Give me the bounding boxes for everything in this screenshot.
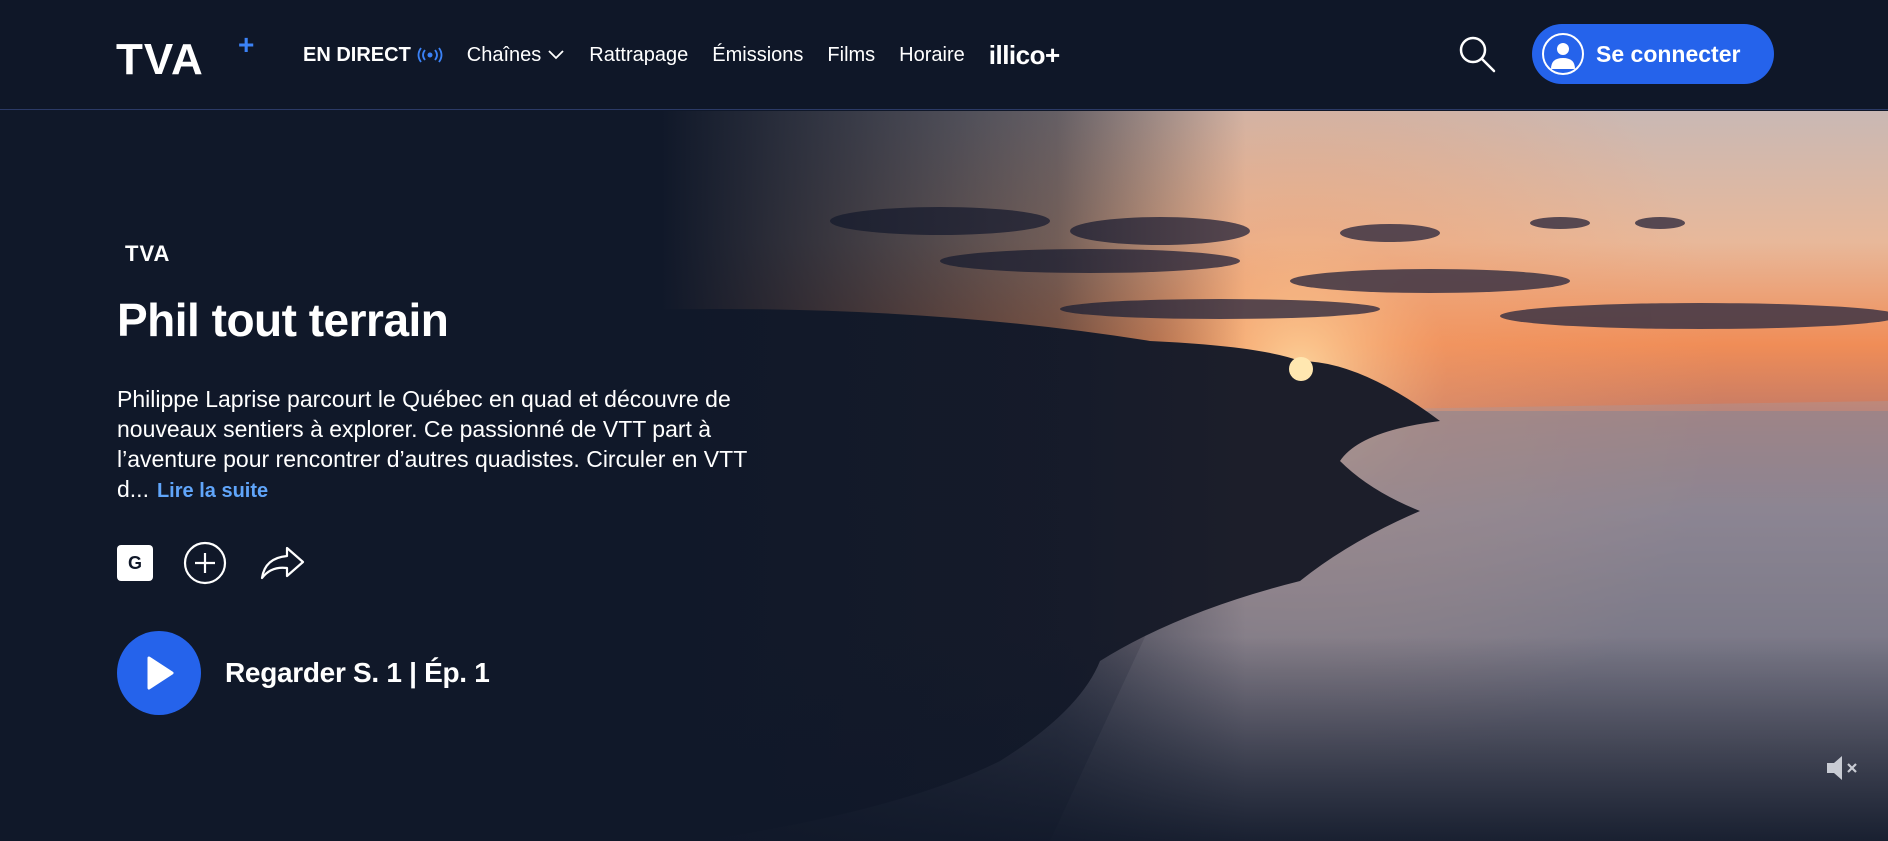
share-icon[interactable]	[259, 544, 305, 582]
top-header: TVA + EN DIRECT Chaînes Rattrapage Émiss…	[0, 0, 1888, 110]
nav-item-label: Rattrapage	[589, 43, 689, 66]
watch-label: Regarder S. 1 | Ép. 1	[225, 657, 490, 688]
search-icon[interactable]	[1456, 33, 1498, 75]
nav-item-films[interactable]: Films	[827, 44, 875, 67]
action-bar: G	[117, 541, 305, 585]
main-nav: EN DIRECT Chaînes Rattrapage Émissions F…	[303, 0, 1060, 110]
svg-text:TVA: TVA	[116, 35, 204, 76]
nav-item-horaire[interactable]: Horaire	[899, 44, 965, 67]
nav-item-chaines[interactable]: Chaînes	[467, 44, 566, 67]
user-icon	[1542, 33, 1584, 75]
play-icon	[117, 631, 201, 715]
show-description: Philippe Laprise parcourt le Québec en q…	[117, 384, 797, 506]
nav-item-illico[interactable]: illico+	[989, 40, 1060, 71]
hero-banner: TVA Phil tout terrain Philippe Laprise p…	[0, 111, 1888, 841]
rating-badge: G	[117, 545, 153, 581]
chevron-down-icon	[548, 50, 564, 60]
tva-plus-logo[interactable]: TVA +	[116, 34, 264, 76]
nav-item-label: Films	[827, 43, 876, 66]
plus-circle-icon[interactable]	[183, 541, 227, 585]
login-label: Se connecter	[1596, 40, 1741, 67]
broadcast-icon	[417, 47, 443, 63]
nav-item-live[interactable]: EN DIRECT	[303, 44, 443, 67]
show-title: Phil tout terrain	[117, 294, 449, 346]
nav-item-emissions[interactable]: Émissions	[712, 44, 803, 67]
watch-button[interactable]: Regarder S. 1 | Ép. 1	[117, 631, 490, 715]
speaker-muted-icon[interactable]	[1824, 753, 1860, 783]
svg-text:+: +	[238, 34, 254, 60]
nav-item-label: Horaire	[899, 43, 965, 66]
channel-logo: TVA	[125, 241, 170, 263]
login-button[interactable]: Se connecter	[1532, 24, 1774, 84]
nav-item-label: Émissions	[712, 43, 804, 66]
nav-item-label: illico+	[988, 39, 1060, 70]
nav-item-label: EN DIRECT	[303, 43, 411, 66]
nav-item-label: Chaînes	[466, 43, 542, 66]
nav-item-rattrapage[interactable]: Rattrapage	[589, 44, 688, 67]
read-more-link[interactable]: Lire la suite	[157, 480, 268, 502]
svg-text:TVA: TVA	[125, 241, 170, 263]
